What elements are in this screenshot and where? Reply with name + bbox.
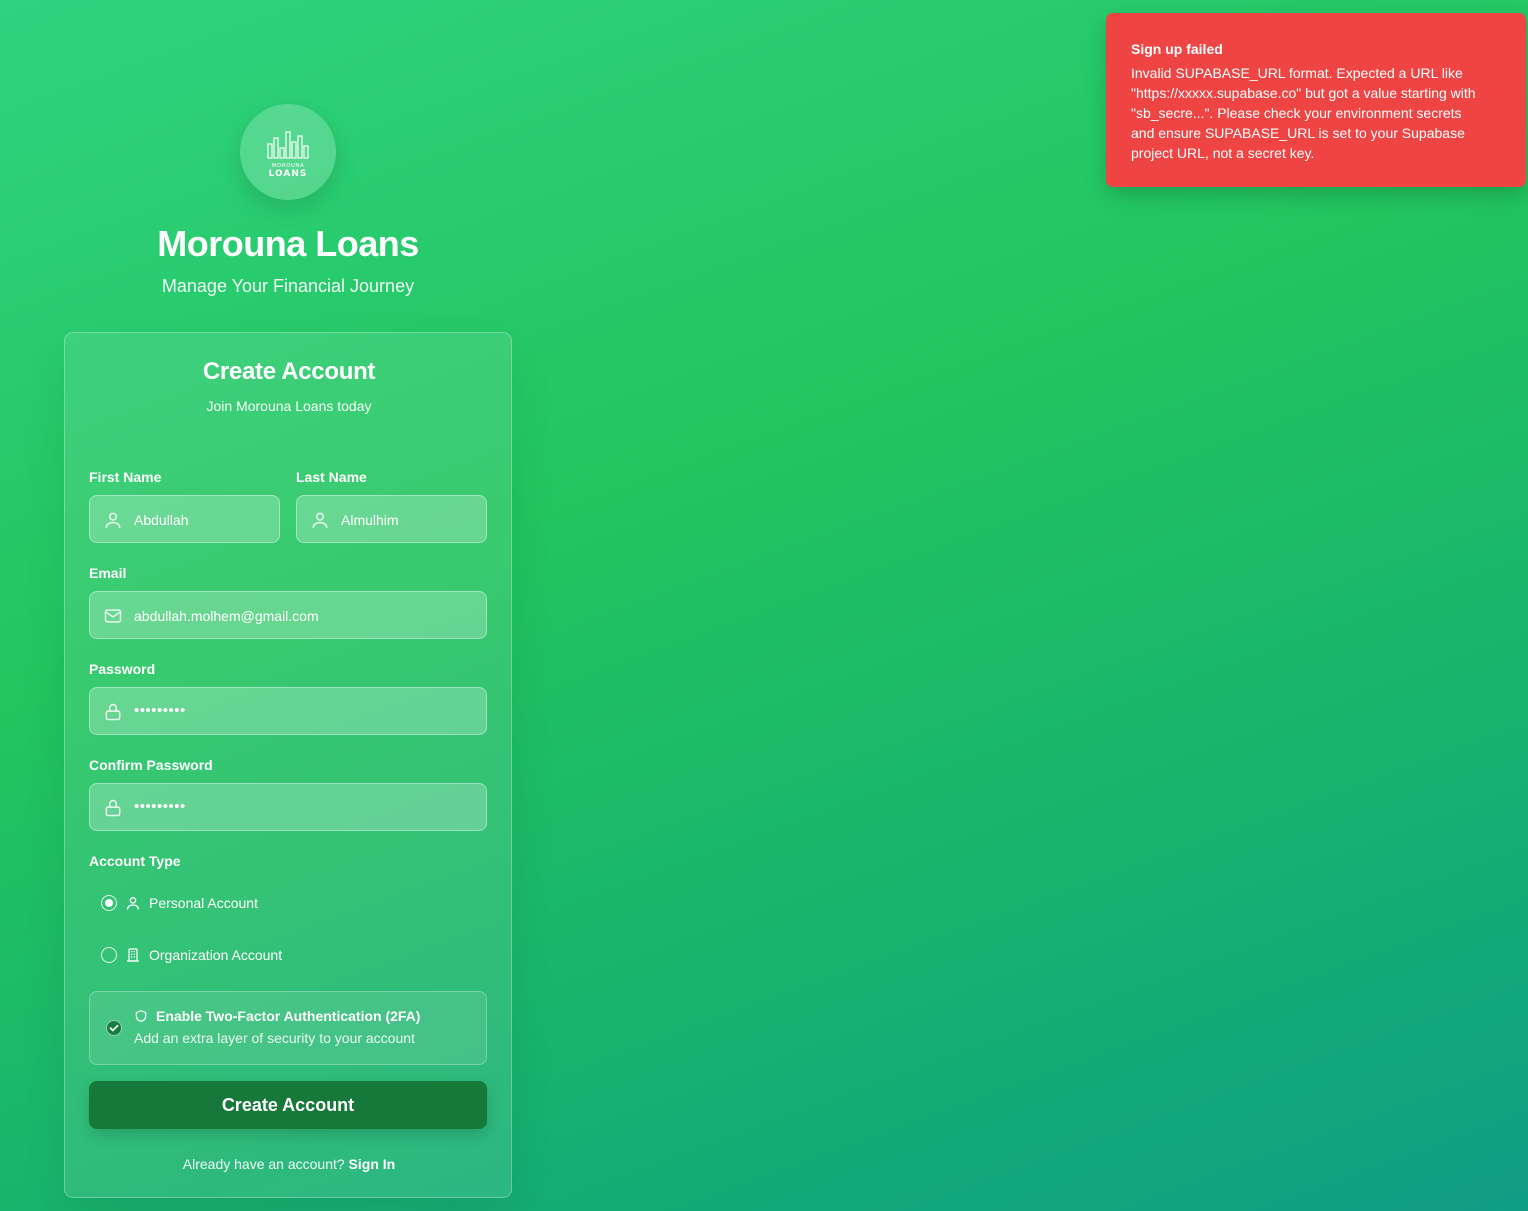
account-type-organization[interactable]: Organization Account xyxy=(101,943,282,967)
signup-card: Create Account Join Morouna Loans today … xyxy=(64,332,512,1198)
password-value: ••••••••• xyxy=(134,702,186,719)
user-icon xyxy=(310,510,330,530)
brand-subtitle: Manage Your Financial Journey xyxy=(161,276,415,296)
card-subtitle: Join Morouna Loans today xyxy=(206,398,372,414)
user-icon xyxy=(103,510,123,530)
signin-prompt-text: Already have an account? xyxy=(182,1156,345,1172)
signin-link[interactable]: Sign In xyxy=(349,1156,396,1172)
account-type-label: Account Type xyxy=(89,853,181,869)
confirm-password-value: ••••••••• xyxy=(134,798,186,815)
last-name-label: Last Name xyxy=(296,469,367,485)
password-field[interactable]: ••••••••• xyxy=(89,687,487,735)
toast-title: Sign up failed xyxy=(1131,41,1223,57)
two-factor-option[interactable]: Enable Two-Factor Authentication (2FA) A… xyxy=(89,991,487,1065)
signin-prompt: Already have an account? Sign In xyxy=(65,1155,513,1173)
two-factor-checkbox[interactable] xyxy=(106,1020,122,1036)
last-name-field[interactable]: Almulhim xyxy=(296,495,487,543)
confirm-password-field[interactable]: ••••••••• xyxy=(89,783,487,831)
brand-logo: MOROUNA LOANS xyxy=(240,104,336,200)
two-factor-description: Add an extra layer of security to your a… xyxy=(134,1030,415,1046)
email-field[interactable]: abdullah.molhem@gmail.com xyxy=(89,591,487,639)
first-name-label: First Name xyxy=(89,469,162,485)
confirm-password-label: Confirm Password xyxy=(89,757,213,773)
logo-bars-icon: MOROUNA LOANS xyxy=(267,131,309,179)
shield-icon xyxy=(135,1010,147,1022)
user-icon xyxy=(125,895,141,911)
first-name-value: Abdullah xyxy=(134,512,189,528)
first-name-field[interactable]: Abdullah xyxy=(89,495,280,543)
mail-icon xyxy=(103,606,123,626)
card-title: Create Account xyxy=(202,358,376,385)
two-factor-title: Enable Two-Factor Authentication (2FA) xyxy=(156,1008,421,1024)
toast-message: Invalid SUPABASE_URL format. Expected a … xyxy=(1131,65,1476,161)
account-type-personal[interactable]: Personal Account xyxy=(101,891,258,915)
brand-title: Morouna Loans xyxy=(157,223,419,264)
lock-icon xyxy=(103,798,123,818)
personal-radio[interactable] xyxy=(101,895,117,911)
email-value: abdullah.molhem@gmail.com xyxy=(134,608,319,624)
organization-label: Organization Account xyxy=(149,947,283,963)
personal-label: Personal Account xyxy=(149,895,258,911)
organization-radio[interactable] xyxy=(101,947,117,963)
create-account-button[interactable]: Create Account xyxy=(89,1081,487,1129)
email-label: Email xyxy=(89,565,127,581)
lock-icon xyxy=(103,702,123,722)
last-name-value: Almulhim xyxy=(341,512,399,528)
error-toast: Sign up failed Invalid SUPABASE_URL form… xyxy=(1106,13,1526,187)
two-factor-title-row: Enable Two-Factor Authentication (2FA) xyxy=(134,1007,420,1025)
password-label: Password xyxy=(89,661,156,677)
building-icon xyxy=(125,947,141,963)
logo-bottom-text: LOANS xyxy=(269,169,308,179)
